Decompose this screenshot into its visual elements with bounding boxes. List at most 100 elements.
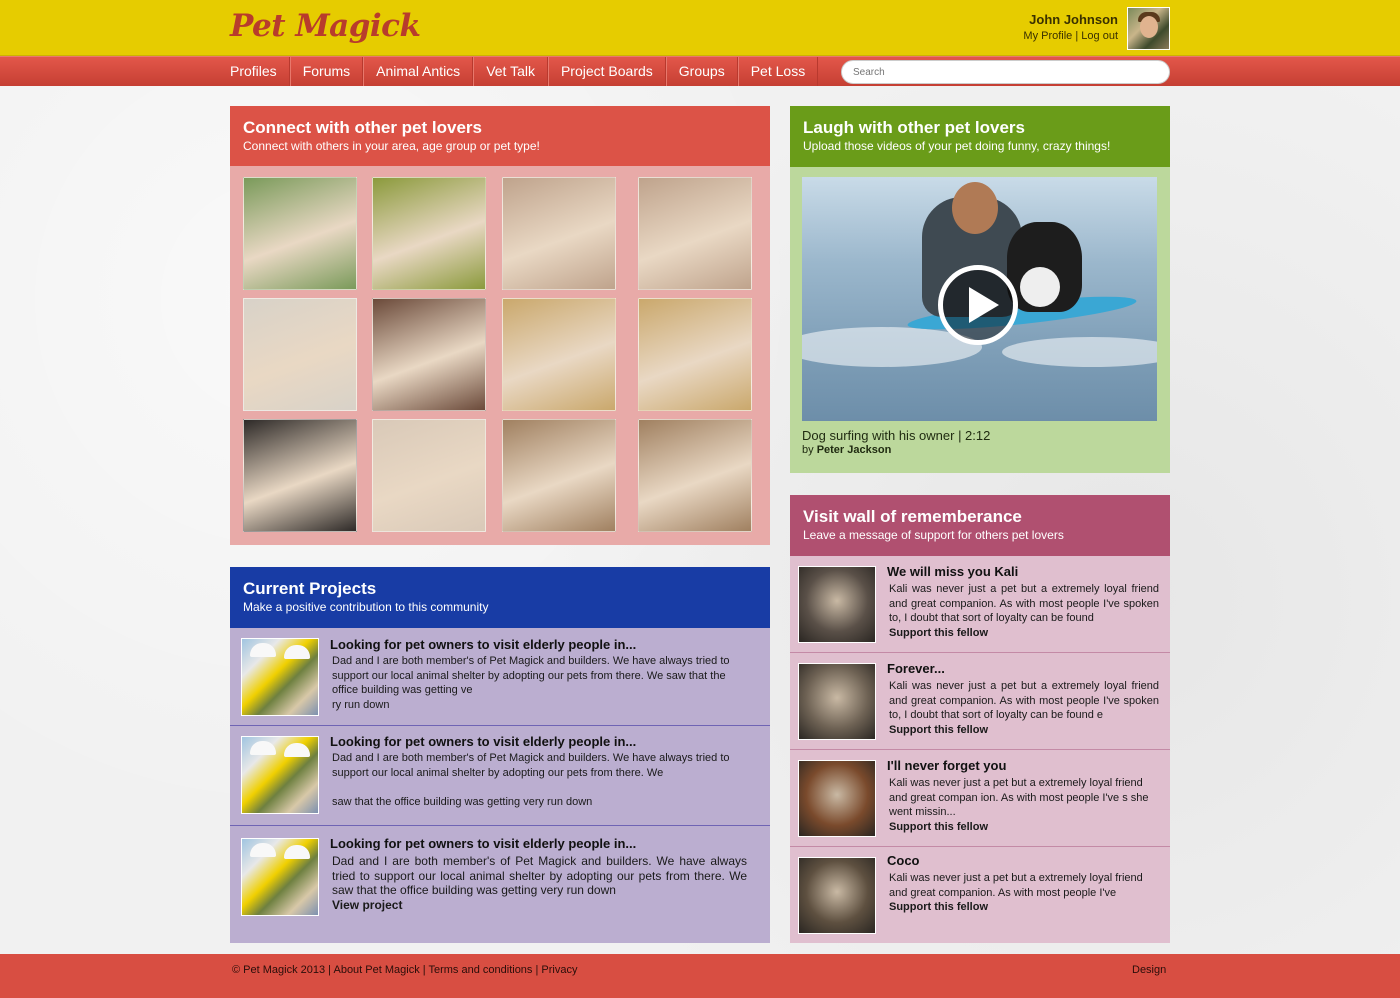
wall-item-title[interactable]: We will miss you Kali — [887, 564, 1018, 579]
nav-item-forums[interactable]: Forums — [289, 57, 364, 86]
separator: | — [422, 964, 426, 976]
top-header: Pet Magick John Johnson My Profile | Log… — [0, 0, 1400, 56]
project-title[interactable]: Looking for pet owners to visit elderly … — [330, 836, 636, 851]
nav-item-groups[interactable]: Groups — [665, 57, 738, 86]
laugh-header: Laugh with other pet lovers Upload those… — [790, 106, 1170, 167]
pet-thumbnail[interactable] — [798, 857, 876, 934]
main-nav-bar: Profiles Forums Animal Antics Vet Talk P… — [0, 56, 1400, 86]
connect-title[interactable]: Connect with other pet lovers — [243, 118, 757, 138]
nav-item-profiles[interactable]: Profiles — [218, 57, 290, 86]
project-thumbnail[interactable] — [241, 838, 319, 916]
support-link[interactable]: Support this fellow — [889, 821, 988, 833]
project-text-part: ry run down — [332, 698, 390, 711]
separator: | — [328, 964, 332, 976]
member-photo[interactable] — [243, 177, 357, 290]
wall-item[interactable]: Forever... Kali was never just a pet but… — [790, 653, 1170, 750]
support-link[interactable]: Support this fellow — [889, 627, 988, 639]
video-player[interactable] — [802, 177, 1157, 421]
member-photo[interactable] — [372, 177, 486, 290]
video-by-prefix: by — [802, 444, 814, 456]
dog-chest — [1020, 267, 1060, 307]
wall-item-body: Kali was never just a pet but a extremel… — [889, 680, 1159, 721]
separator: | — [535, 964, 539, 976]
main-nav: Profiles Forums Animal Antics Vet Talk P… — [218, 57, 819, 87]
member-photo[interactable] — [502, 419, 616, 532]
footer-links: © Pet Magick 2013 | About Pet Magick | T… — [232, 964, 577, 976]
terms-link[interactable]: Terms and conditions — [428, 964, 532, 976]
project-text: Dad and I are both member's of Pet Magic… — [332, 654, 747, 712]
view-project-link[interactable]: View project — [332, 898, 402, 912]
laugh-subtitle: Upload those videos of your pet doing fu… — [803, 139, 1111, 153]
wall-item-title[interactable]: Coco — [887, 853, 920, 868]
pet-thumbnail[interactable] — [798, 566, 876, 643]
my-profile-link[interactable]: My Profile — [1023, 30, 1072, 42]
logout-link[interactable]: Log out — [1081, 30, 1118, 42]
wall-item-title[interactable]: Forever... — [887, 661, 945, 676]
project-text-part: Dad and I are both member's of Pet Magic… — [332, 752, 730, 779]
member-photo[interactable] — [502, 177, 616, 290]
wall-title[interactable]: Visit wall of rememberance — [803, 507, 1157, 527]
pet-thumbnail[interactable] — [798, 663, 876, 740]
project-item[interactable]: Looking for pet owners to visit elderly … — [230, 826, 770, 943]
projects-title[interactable]: Current Projects — [243, 579, 757, 599]
wall-item[interactable]: I'll never forget you Kali was never jus… — [790, 750, 1170, 847]
projects-panel: Current Projects Make a positive contrib… — [230, 567, 770, 943]
member-photo[interactable] — [638, 419, 752, 532]
projects-subtitle: Make a positive contribution to this com… — [243, 600, 489, 614]
projects-header: Current Projects Make a positive contrib… — [230, 567, 770, 628]
video-author-name[interactable]: Peter Jackson — [817, 444, 892, 456]
site-logo[interactable]: Pet Magick — [230, 8, 421, 44]
user-area: John Johnson My Profile | Log out — [1023, 12, 1118, 42]
play-icon[interactable] — [938, 265, 1018, 345]
project-thumbnail[interactable] — [241, 736, 319, 814]
laugh-panel: Laugh with other pet lovers Upload those… — [790, 106, 1170, 473]
wall-header: Visit wall of rememberance Leave a messa… — [790, 495, 1170, 556]
video-caption: Dog surfing with his owner | 2:12 — [802, 428, 991, 443]
project-title[interactable]: Looking for pet owners to visit elderly … — [330, 734, 636, 749]
privacy-link[interactable]: Privacy — [541, 964, 577, 976]
connect-subtitle: Connect with others in your area, age gr… — [243, 139, 540, 153]
wall-item[interactable]: We will miss you Kali Kali was never jus… — [790, 556, 1170, 653]
wall-item-body: Kali was never just a pet but a extremel… — [889, 583, 1159, 624]
avatar-face — [1140, 16, 1158, 38]
pet-thumbnail[interactable] — [798, 760, 876, 837]
member-photo[interactable] — [372, 298, 486, 411]
copyright: © Pet Magick 2013 — [232, 964, 326, 976]
wall-item[interactable]: Coco Kali was never just a pet but a ext… — [790, 847, 1170, 943]
nav-item-pet-loss[interactable]: Pet Loss — [737, 57, 819, 86]
member-photo[interactable] — [243, 298, 357, 411]
surfer-head — [952, 182, 998, 234]
member-photo[interactable] — [372, 419, 486, 532]
design-link[interactable]: Design — [1132, 964, 1166, 976]
project-item[interactable]: Looking for pet owners to visit elderly … — [230, 726, 770, 826]
avatar[interactable] — [1127, 7, 1170, 50]
support-link[interactable]: Support this fellow — [889, 724, 988, 736]
project-text-part: Dad and I are both member's of Pet Magic… — [332, 655, 730, 696]
water-splash — [1002, 337, 1157, 367]
project-text: Dad and I are both member's of Pet Magic… — [332, 751, 747, 809]
footer: © Pet Magick 2013 | About Pet Magick | T… — [0, 954, 1400, 998]
member-photo[interactable] — [502, 298, 616, 411]
project-title[interactable]: Looking for pet owners to visit elderly … — [330, 637, 636, 652]
search-input[interactable] — [841, 60, 1170, 84]
member-photo[interactable] — [638, 177, 752, 290]
member-photo[interactable] — [638, 298, 752, 411]
user-name[interactable]: John Johnson — [1023, 12, 1118, 27]
connect-header: Connect with other pet lovers Connect wi… — [230, 106, 770, 166]
member-photo[interactable] — [243, 419, 357, 532]
wall-subtitle: Leave a message of support for others pe… — [803, 528, 1064, 542]
nav-item-vet-talk[interactable]: Vet Talk — [473, 57, 548, 86]
wall-item-text: Kali was never just a pet but a extremel… — [889, 679, 1159, 737]
video-author: by Peter Jackson — [802, 444, 891, 456]
laugh-title[interactable]: Laugh with other pet lovers — [803, 118, 1157, 138]
project-thumbnail[interactable] — [241, 638, 319, 716]
wall-item-text: Kali was never just a pet but a extremel… — [889, 776, 1159, 834]
wall-panel: Visit wall of rememberance Leave a messa… — [790, 495, 1170, 943]
nav-item-project-boards[interactable]: Project Boards — [547, 57, 666, 86]
support-link[interactable]: Support this fellow — [889, 901, 988, 913]
connect-panel: Connect with other pet lovers Connect wi… — [230, 106, 770, 545]
project-item[interactable]: Looking for pet owners to visit elderly … — [230, 628, 770, 726]
wall-item-title[interactable]: I'll never forget you — [887, 758, 1006, 773]
nav-item-animal-antics[interactable]: Animal Antics — [363, 57, 474, 86]
about-link[interactable]: About Pet Magick — [333, 964, 419, 976]
